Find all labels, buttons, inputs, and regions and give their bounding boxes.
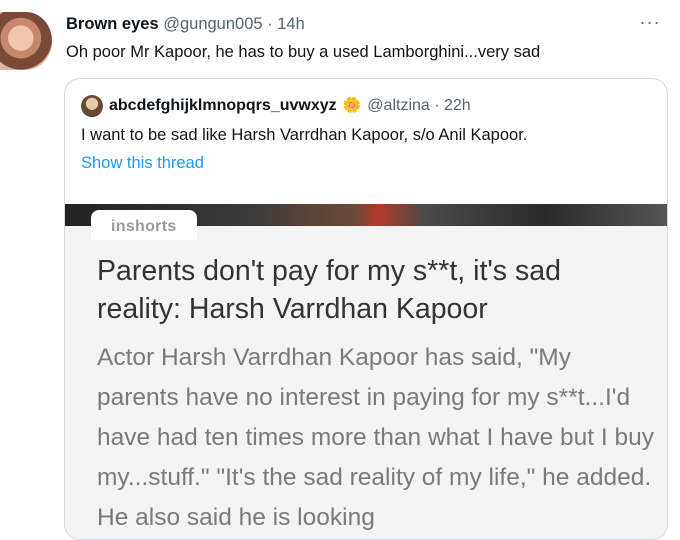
flower-emoji-icon: 🌼 [342,97,362,114]
quoted-author-name[interactable]: abcdefghijklmnopqrs_uvwxyz [109,97,337,114]
quoted-tweet-header: abcdefghijklmnopqrs_uvwxyz 🌼 @altzina · 22… [109,96,471,116]
news-headline: Parents don't pay for my s**t, it's sad … [97,255,561,325]
quoted-author-handle-time[interactable]: @altzina · 22h [367,97,470,114]
tweet-text: Oh poor Mr Kapoor, he has to buy a used … [66,43,541,61]
more-options-icon[interactable]: ··· [638,13,662,34]
inshorts-logo: inshorts [111,218,177,235]
quoted-tweet-card[interactable]: abcdefghijklmnopqrs_uvwxyz 🌼 @altzina · 22… [64,78,668,540]
author-handle-time[interactable]: @gungun005 · 14h [163,15,305,33]
tweet-header: Brown eyes @gungun005 · 14h [66,14,305,34]
news-body: Actor Harsh Varrdhan Kapoor has said, "M… [97,344,655,531]
author-name[interactable]: Brown eyes [66,15,159,33]
quoted-tweet-text: I want to be sad like Harsh Varrdhan Kap… [81,126,528,144]
author-avatar[interactable] [0,12,52,70]
show-thread-link[interactable]: Show this thread [81,153,204,173]
media-image[interactable]: inshorts Parents don't pay for my s**t, … [65,204,667,539]
quoted-author-avatar[interactable] [81,95,103,117]
